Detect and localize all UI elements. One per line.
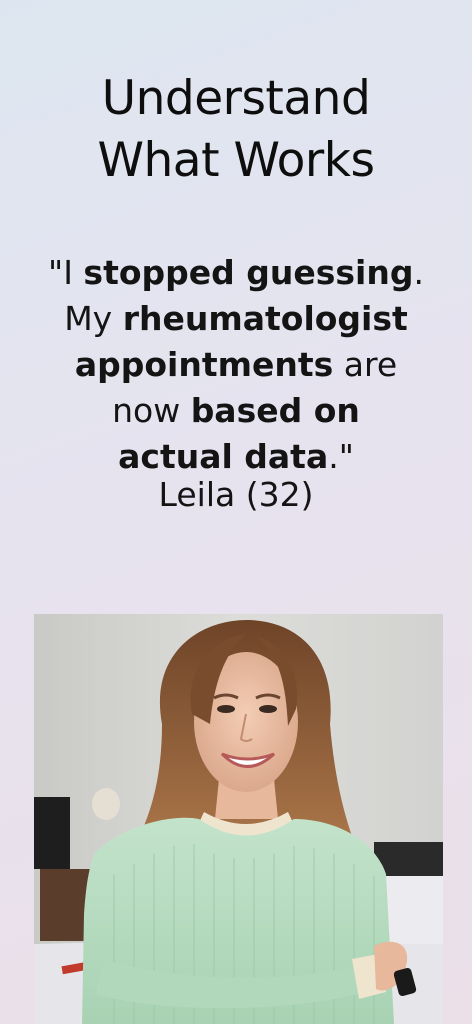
quote-emphasis: actual data bbox=[118, 437, 329, 476]
quote-line-4: now based on bbox=[20, 388, 452, 434]
testimonial-quote: "I stopped guessing. My rheumatologist a… bbox=[20, 250, 452, 480]
quote-emphasis: stopped guessing bbox=[83, 253, 414, 292]
headline-line-2: What Works bbox=[97, 133, 375, 188]
testimonial-author: Leila (32) bbox=[158, 475, 314, 514]
quote-text: . bbox=[413, 253, 424, 292]
quote-line-3: appointments are bbox=[20, 342, 452, 388]
quote-emphasis: appointments bbox=[74, 345, 334, 384]
quote-emphasis: based on bbox=[190, 391, 360, 430]
speaker bbox=[34, 797, 70, 869]
testimonial-photo bbox=[34, 614, 443, 1024]
lamp bbox=[92, 788, 120, 820]
quote-text: ." bbox=[328, 437, 354, 476]
quote-text: now bbox=[112, 391, 191, 430]
quote-text: My bbox=[64, 299, 123, 338]
quote-line-1: "I stopped guessing. bbox=[20, 250, 452, 296]
portrait-illustration bbox=[34, 614, 443, 1024]
quote-text: "I bbox=[48, 253, 84, 292]
page-headline: Understand What Works bbox=[0, 68, 472, 192]
headline-line-1: Understand bbox=[101, 71, 371, 126]
quote-text: are bbox=[333, 345, 398, 384]
quote-emphasis: rheumatologist bbox=[122, 299, 408, 338]
quote-line-2: My rheumatologist bbox=[20, 296, 452, 342]
